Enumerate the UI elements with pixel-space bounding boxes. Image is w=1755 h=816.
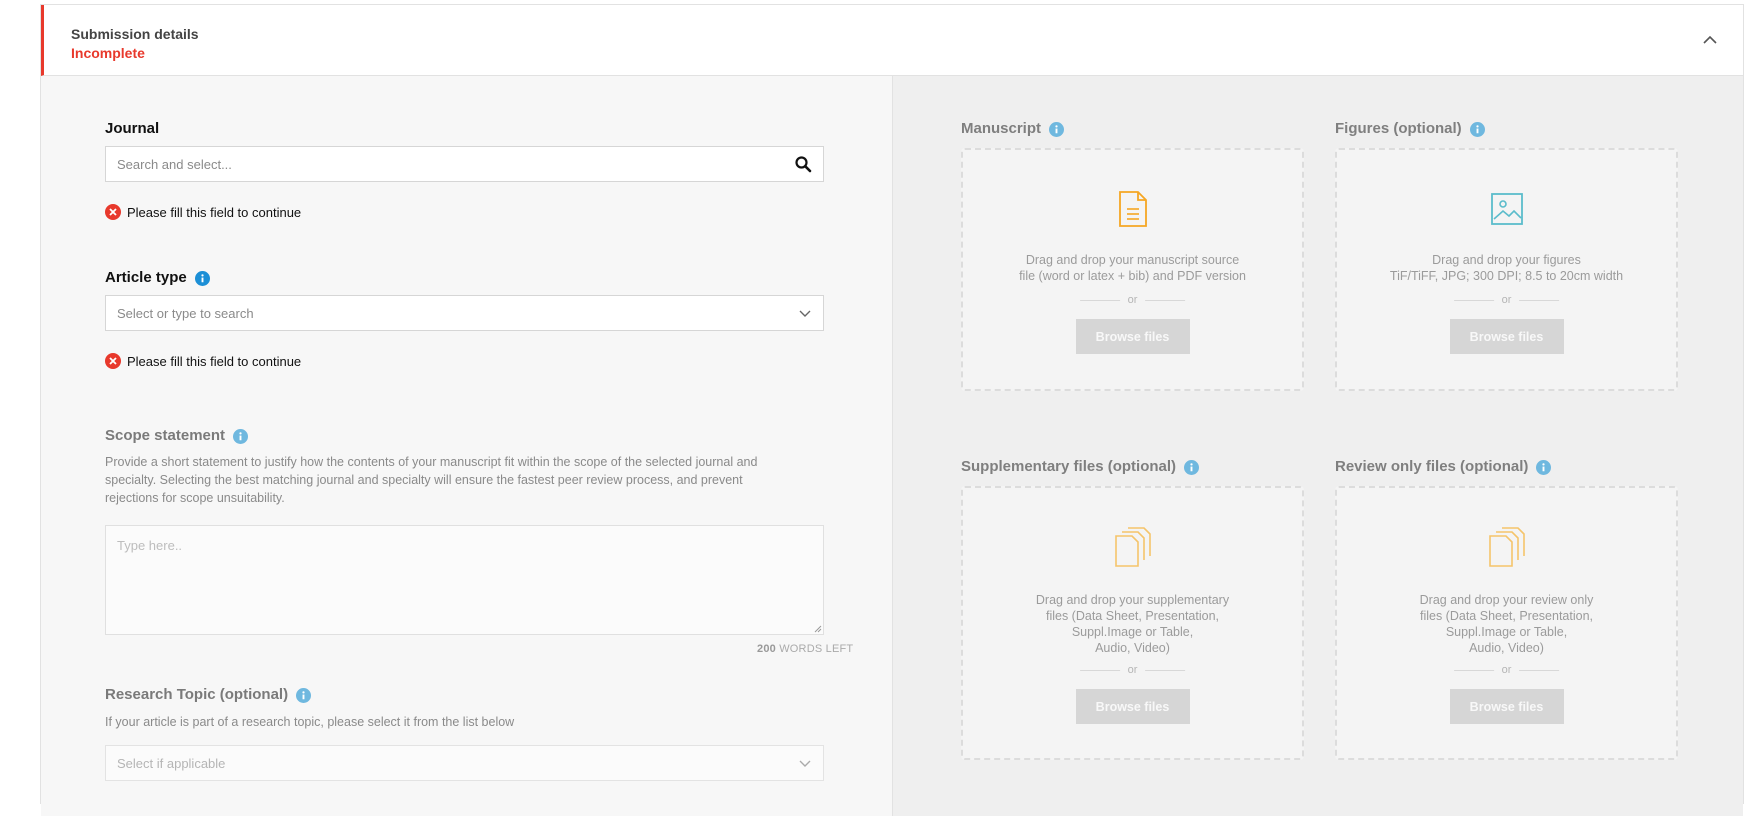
section-title: Submission details — [71, 26, 199, 42]
figures-title: Figures (optional) — [1335, 120, 1485, 137]
info-icon[interactable] — [296, 687, 312, 703]
resize-grip-icon[interactable] — [814, 625, 822, 633]
review-only-browse-button[interactable]: Browse files — [1449, 689, 1564, 724]
supplementary-browse-button[interactable]: Browse files — [1075, 689, 1190, 724]
chevron-down-icon — [799, 760, 811, 767]
figures-dropzone[interactable]: Drag and drop your figures TiF/TiFF, JPG… — [1335, 148, 1678, 391]
article-type-select[interactable]: Select or type to search — [105, 295, 824, 331]
info-icon[interactable] — [1049, 121, 1065, 137]
files-icon — [1114, 527, 1151, 567]
or-divider: or — [1453, 664, 1560, 676]
scope-statement-textarea[interactable]: Type here.. — [105, 525, 824, 635]
or-divider: or — [1079, 664, 1186, 676]
supplementary-title: Supplementary files (optional) — [961, 458, 1200, 475]
info-icon[interactable] — [1184, 459, 1200, 475]
research-topic-label: Research Topic (optional) — [105, 686, 312, 703]
error-icon — [105, 353, 121, 369]
manuscript-browse-button[interactable]: Browse files — [1075, 319, 1190, 354]
info-icon[interactable] — [1536, 459, 1552, 475]
info-icon[interactable] — [194, 270, 210, 286]
journal-label: Journal — [105, 120, 160, 137]
chevron-up-icon — [1703, 35, 1717, 44]
review-only-title: Review only files (optional) — [1335, 458, 1552, 475]
review-only-dropzone[interactable]: Drag and drop your review only files (Da… — [1335, 486, 1678, 760]
search-icon[interactable] — [794, 155, 812, 173]
info-icon[interactable] — [1469, 121, 1485, 137]
manuscript-instructions: Drag and drop your manuscript source fil… — [1019, 253, 1246, 283]
submission-details-card: Submission details Incomplete Journal Se… — [40, 4, 1744, 816]
scope-statement-placeholder: Type here.. — [117, 538, 183, 553]
figures-instructions: Drag and drop your figures TiF/TiFF, JPG… — [1389, 253, 1624, 283]
info-icon[interactable] — [233, 428, 249, 444]
article-type-error: Please fill this field to continue — [105, 353, 301, 369]
or-divider: or — [1079, 294, 1186, 306]
form-pane: Journal Search and select... Please fill… — [41, 76, 893, 816]
supplementary-instructions: Drag and drop your supplementary files (… — [1035, 593, 1230, 655]
document-icon — [1118, 191, 1147, 227]
figures-browse-button[interactable]: Browse files — [1449, 319, 1564, 354]
chevron-down-icon — [799, 310, 811, 317]
error-icon — [105, 204, 121, 220]
research-topic-select[interactable]: Select if applicable — [105, 745, 824, 781]
files-icon — [1488, 527, 1525, 567]
article-type-label: Article type — [105, 269, 210, 286]
collapse-button[interactable] — [1699, 29, 1721, 51]
journal-error: Please fill this field to continue — [105, 204, 301, 220]
scope-statement-label: Scope statement — [105, 427, 249, 444]
image-icon — [1490, 193, 1523, 225]
manuscript-dropzone[interactable]: Drag and drop your manuscript source fil… — [961, 148, 1304, 391]
article-type-placeholder: Select or type to search — [117, 305, 254, 321]
manuscript-title: Manuscript — [961, 120, 1065, 137]
journal-search-input[interactable]: Search and select... — [105, 146, 824, 182]
uploads-pane: Manuscript Drag and drop your manuscript… — [893, 76, 1743, 816]
status-label: Incomplete — [71, 45, 145, 61]
words-left-counter: 200 WORDS LEFT — [757, 643, 854, 655]
review-only-instructions: Drag and drop your review only files (Da… — [1419, 593, 1594, 655]
supplementary-dropzone[interactable]: Drag and drop your supplementary files (… — [961, 486, 1304, 760]
submission-details-header[interactable]: Submission details Incomplete — [41, 5, 1743, 76]
or-divider: or — [1453, 294, 1560, 306]
scope-statement-help: Provide a short statement to justify how… — [105, 455, 758, 505]
journal-placeholder: Search and select... — [117, 156, 232, 172]
research-topic-placeholder: Select if applicable — [117, 755, 226, 771]
research-topic-help: If your article is part of a research to… — [105, 715, 515, 729]
